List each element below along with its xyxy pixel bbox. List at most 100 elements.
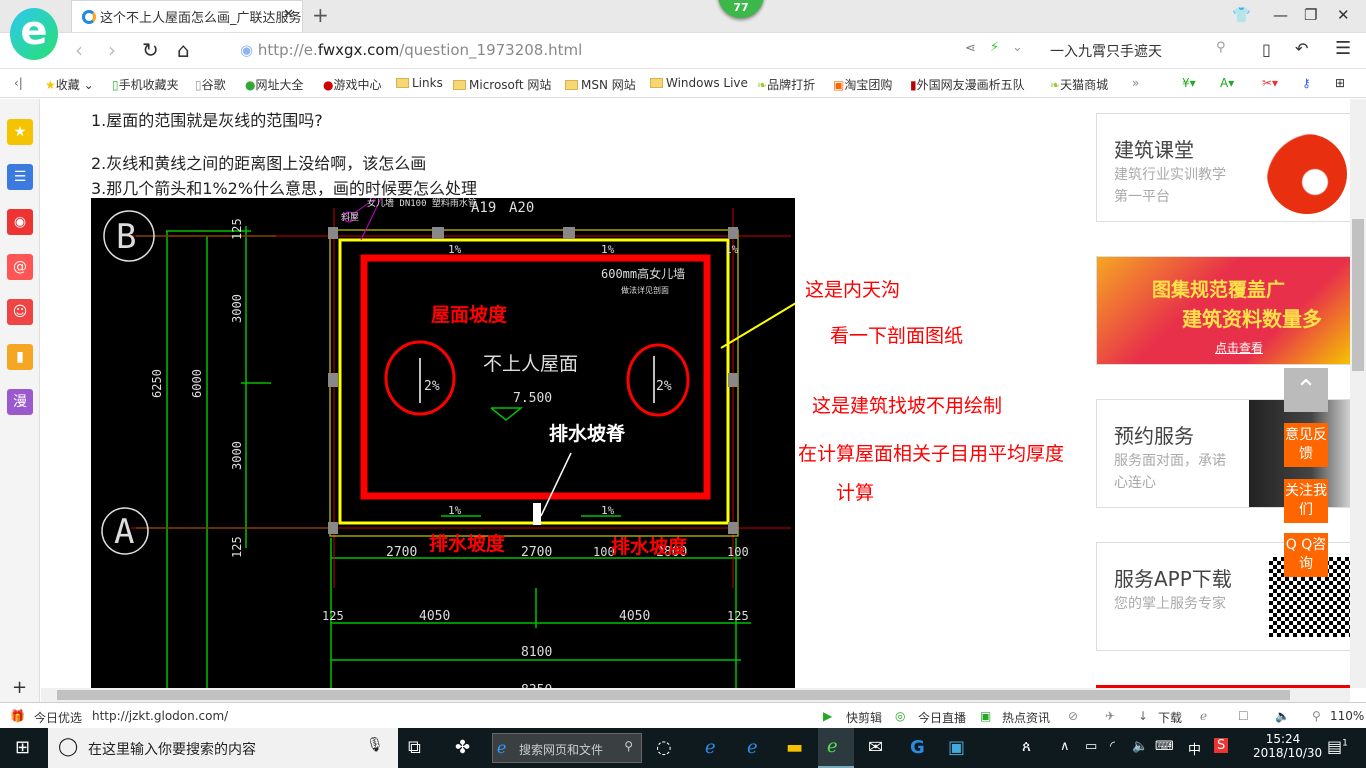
ie-icon[interactable]: ℯ: [747, 737, 758, 758]
glodon-icon[interactable]: G: [910, 737, 925, 758]
apps-icon[interactable]: ⊞: [1335, 76, 1345, 90]
people-icon[interactable]: ጰ: [1022, 737, 1031, 755]
ie-icon[interactable]: ℯ: [1200, 709, 1207, 723]
window-icon[interactable]: ☐: [1238, 709, 1249, 723]
close-window-button[interactable]: ✕: [1337, 6, 1350, 24]
live-icon[interactable]: ◎: [895, 709, 905, 723]
zoom-level[interactable]: 110%: [1330, 709, 1364, 723]
scroll-thumb[interactable]: [57, 690, 1290, 700]
app-icon[interactable]: ▣: [948, 737, 965, 758]
bookmarks-more[interactable]: »: [1132, 76, 1139, 90]
mail-icon[interactable]: ✉: [868, 737, 883, 758]
bookmark-item[interactable]: ▯手机收藏夹: [112, 76, 179, 93]
bookmarks-collapse-icon[interactable]: ‹|: [14, 76, 23, 90]
news-icon[interactable]: ▣: [980, 709, 991, 723]
rocket-icon[interactable]: ✈: [1105, 709, 1115, 723]
bookmark-item[interactable]: ❧品牌打折: [757, 76, 815, 93]
mobile-icon[interactable]: ▯: [1262, 40, 1271, 59]
bookmarks-bar: ‹| ★收藏 ⌄ ▯手机收藏夹 ▯谷歌 ●网址大全 ●游戏中心 Links Mi…: [0, 68, 1366, 98]
scissors-icon[interactable]: ✂▾: [1262, 76, 1278, 90]
status-item[interactable]: 热点资讯: [1002, 709, 1050, 726]
restore-button[interactable]: ❐: [1304, 6, 1317, 24]
bookmark-item[interactable]: ▯谷歌: [195, 76, 226, 93]
app-icon[interactable]: ◌: [656, 737, 672, 758]
bookmark-item[interactable]: ●网址大全: [245, 76, 304, 93]
minimize-button[interactable]: —: [1273, 6, 1288, 24]
today-picks[interactable]: 今日优选: [34, 709, 82, 726]
file-explorer-icon[interactable]: ▬: [786, 737, 803, 758]
notification-icon[interactable]: ▤1: [1327, 737, 1348, 756]
feedback-button[interactable]: 意见反馈: [1284, 423, 1328, 467]
windows-start-icon[interactable]: ⊞: [15, 737, 30, 758]
volume-icon[interactable]: 🔈: [1275, 709, 1290, 723]
back-to-top-button[interactable]: ⌃: [1284, 368, 1328, 412]
url-field[interactable]: ◉ http://e.fwxgx.com/question_1973208.ht…: [240, 41, 582, 59]
skin-icon[interactable]: 👕: [1232, 6, 1251, 24]
news-icon[interactable]: ☰: [7, 164, 33, 190]
bookmark-item[interactable]: ●游戏中心: [323, 76, 382, 93]
clock[interactable]: 15:24 2018/10/30: [1253, 732, 1322, 760]
banner-atlas[interactable]: 图集规范覆盖广 建筑资料数量多 点击查看: [1096, 256, 1350, 365]
ime-indicator[interactable]: 中: [1188, 739, 1201, 758]
vertical-scrollbar[interactable]: [1350, 99, 1366, 688]
mail-icon[interactable]: @: [7, 254, 33, 280]
bookmark-item[interactable]: ❧天猫商城: [1050, 76, 1108, 93]
sogou-icon[interactable]: S: [1214, 738, 1229, 753]
keyboard-icon[interactable]: ⌨: [1155, 739, 1174, 754]
power-icon[interactable]: ▭: [1085, 739, 1097, 754]
close-tab-icon[interactable]: ✕: [283, 7, 294, 22]
undo-icon[interactable]: ↶: [1295, 39, 1308, 58]
bookmark-folder[interactable]: Links: [396, 76, 443, 90]
menu-icon[interactable]: ☰: [1335, 38, 1351, 59]
bookmark-folder[interactable]: Windows Live: [650, 76, 748, 90]
search-icon[interactable]: ⚲: [1216, 40, 1226, 55]
chevron-down-icon[interactable]: ⌄: [1012, 40, 1023, 55]
app-icon[interactable]: ✤: [455, 737, 470, 758]
status-item[interactable]: 下载: [1158, 709, 1182, 726]
bookmark-item[interactable]: ▣淘宝团购: [833, 76, 892, 93]
back-icon[interactable]: ‹: [75, 38, 83, 62]
reading-icon[interactable]: ▮: [7, 344, 33, 370]
status-item[interactable]: 今日直播: [918, 709, 966, 726]
browser-taskbar-button[interactable]: ℯ: [818, 728, 854, 768]
add-icon[interactable]: +: [12, 677, 27, 698]
bookmark-folder[interactable]: Microsoft 网站: [453, 76, 551, 93]
search-input[interactable]: 一入九霄只手遮天: [1050, 41, 1162, 61]
zoom-icon[interactable]: ⚲: [1312, 709, 1321, 723]
bookmark-folder[interactable]: MSN 网站: [565, 76, 636, 93]
wifi-icon[interactable]: ◜: [1110, 739, 1115, 754]
edge-icon[interactable]: ℯ: [705, 737, 716, 758]
card-building-class[interactable]: 建筑课堂 建筑行业实训教学第一平台: [1096, 113, 1350, 222]
clip-icon[interactable]: ▶: [823, 709, 832, 723]
task-view-icon[interactable]: ⧉: [408, 737, 421, 758]
mic-icon[interactable]: 🎙: [366, 737, 384, 753]
forward-icon[interactable]: ›: [108, 38, 116, 62]
key-icon[interactable]: ⚷: [1302, 76, 1311, 90]
tab-active[interactable]: 这个不上人屋面怎么画_广联达服务 ✕: [71, 0, 303, 32]
qq-consult-button[interactable]: Q Q咨询: [1284, 533, 1328, 577]
game-icon[interactable]: ☺: [7, 299, 33, 325]
scroll-thumb[interactable]: [1352, 219, 1364, 371]
bookmark-item[interactable]: ▮外国网友漫画析五队: [910, 76, 1025, 93]
new-tab-button[interactable]: +: [312, 3, 329, 27]
favorites-icon[interactable]: ★: [7, 119, 33, 145]
banner-link[interactable]: 点击查看: [1215, 339, 1263, 356]
bookmark-favorites[interactable]: ★收藏 ⌄: [45, 76, 94, 93]
follow-us-button[interactable]: 关注我们: [1284, 479, 1328, 523]
status-item[interactable]: 快剪辑: [846, 709, 882, 726]
shield-icon[interactable]: ¥▾: [1182, 76, 1196, 90]
reload-icon[interactable]: ↻: [142, 38, 159, 62]
download-icon[interactable]: ↓: [1138, 709, 1148, 723]
home-icon[interactable]: ⌂: [177, 38, 190, 62]
lightning-icon[interactable]: ⚡: [990, 40, 999, 55]
browser-search-box[interactable]: ℯ 搜索网页和文件 ⚲: [492, 733, 642, 763]
weibo-icon[interactable]: ◉: [7, 209, 33, 235]
manga-icon[interactable]: 漫: [7, 389, 33, 415]
horizontal-scrollbar[interactable]: [41, 688, 1350, 702]
speed-icon[interactable]: ⊘: [1068, 709, 1078, 723]
share-icon[interactable]: ⋖: [965, 41, 976, 56]
volume-icon[interactable]: 🔈: [1132, 739, 1148, 754]
tray-expand-icon[interactable]: ∧: [1060, 739, 1070, 754]
translate-icon[interactable]: A▾: [1220, 76, 1234, 90]
taskbar-search[interactable]: ◯ 在这里输入你要搜索的内容 🎙: [48, 728, 398, 768]
